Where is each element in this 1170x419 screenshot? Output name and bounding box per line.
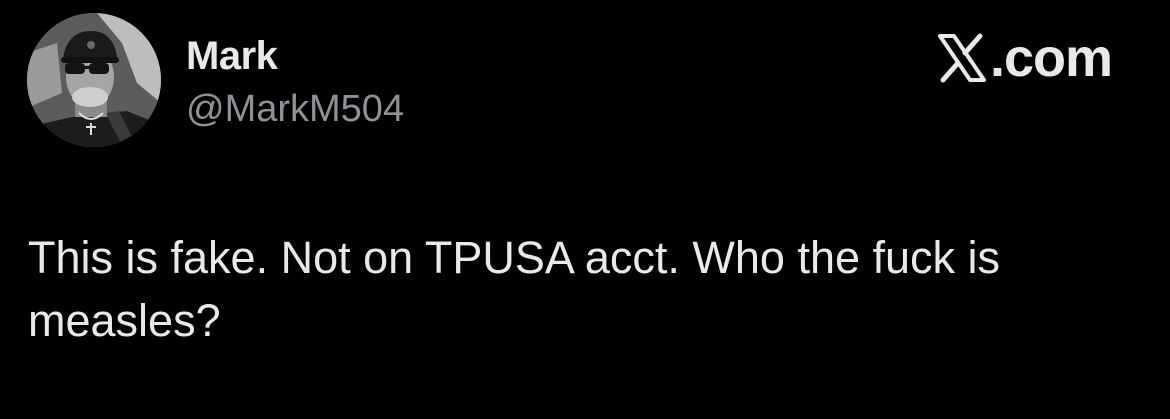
x-logo-icon — [936, 28, 988, 84]
author-handle[interactable]: @MarkM504 — [186, 86, 404, 132]
post-text: This is fake. Not on TPUSA acct. Who the… — [28, 232, 1001, 346]
post-card: Mark @MarkM504 .com This is fake. Not on… — [0, 0, 1170, 419]
author-display-name[interactable]: Mark — [186, 32, 278, 80]
avatar[interactable] — [27, 13, 161, 147]
user-avatar-image — [27, 13, 161, 147]
source-brand-text: .com — [989, 28, 1113, 88]
source-brand: .com — [936, 28, 1113, 88]
